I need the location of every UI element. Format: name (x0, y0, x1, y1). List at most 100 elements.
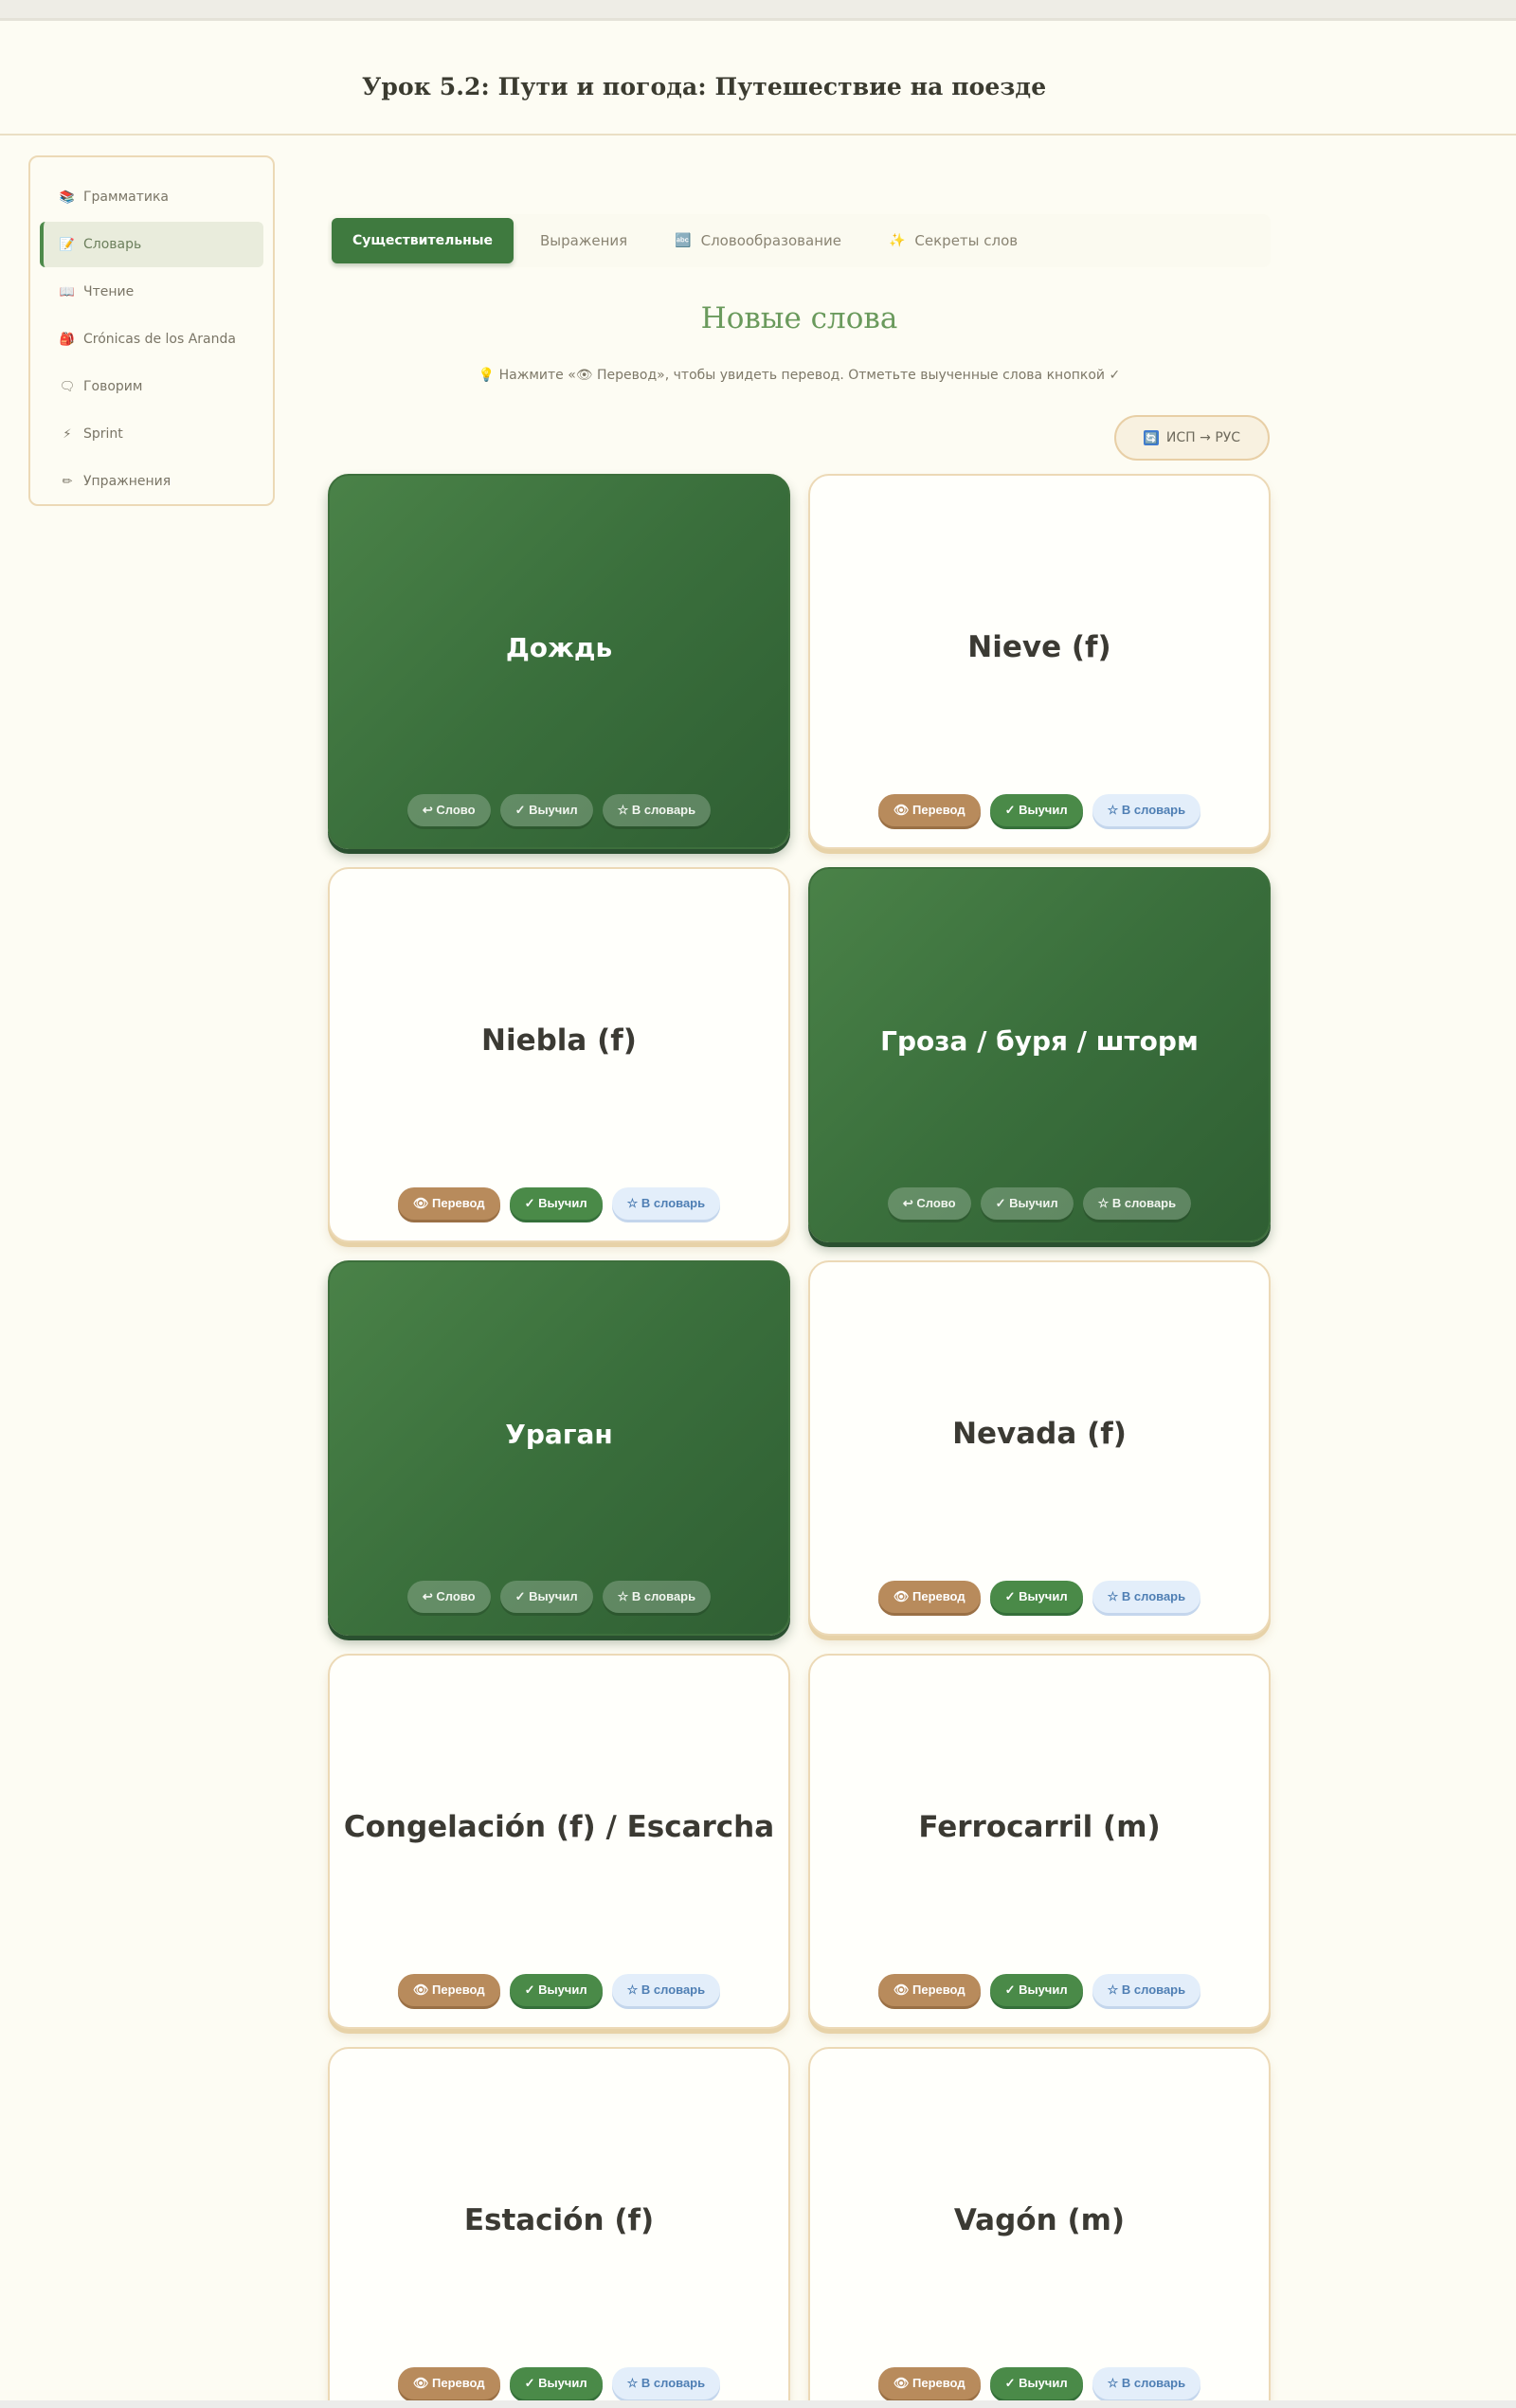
abc-icon: 🔤 (675, 233, 692, 248)
flashcard[interactable]: Vagón (m) 👁 Перевод ✓ Выучил ☆ В словарь (808, 2047, 1271, 2408)
flashcard-actions: 👁 Перевод ✓ Выучил ☆ В словарь (810, 1974, 1269, 2006)
language-direction-toggle[interactable]: 🔄 ИСП → РУС (1114, 415, 1270, 461)
tab-nouns[interactable]: Существительные (332, 218, 514, 263)
open-book-icon: 📖 (59, 284, 76, 299)
add-to-dictionary-button[interactable]: ☆ В словарь (602, 794, 712, 826)
add-to-dictionary-button[interactable]: ☆ В словарь (1092, 1581, 1201, 1613)
sidebar-item-exercises[interactable]: ✏ Упражнения (40, 459, 263, 504)
mark-learned-button[interactable]: ✓ Выучил (509, 1974, 603, 2006)
mark-learned-button[interactable]: ✓ Выучил (509, 2367, 603, 2399)
flashcard-actions: ↩ Слово ✓ Выучил ☆ В словарь (810, 1187, 1269, 1220)
flashcard-word: Гроза / буря / шторм (880, 1024, 1199, 1057)
sparkles-icon: ✨ (888, 233, 906, 248)
show-word-button[interactable]: ↩ Слово (406, 1581, 491, 1613)
show-translation-button[interactable]: 👁 Перевод (877, 794, 981, 826)
flashcard[interactable]: Estación (f) 👁 Перевод ✓ Выучил ☆ В словарь (328, 2047, 790, 2408)
flashcard[interactable]: Niebla (f) 👁 Перевод ✓ Выучил ☆ В словарь (328, 867, 790, 1242)
flashcard-actions: 👁 Перевод ✓ Выучил ☆ В словарь (330, 1974, 788, 2006)
flashcard[interactable]: Ferrocarril (m) 👁 Перевод ✓ Выучил ☆ В слов… (808, 1654, 1271, 2029)
mark-learned-button[interactable]: ✓ Выучил (989, 1581, 1083, 1613)
tab-label: Словообразование (700, 232, 841, 249)
sidebar-item-grammar[interactable]: 📚 Грамматика (40, 174, 263, 220)
flashcard-actions: 👁 Перевод ✓ Выучил ☆ В словарь (330, 1187, 788, 1220)
flashcard-word: Congelación (f) / Escarcha (343, 1810, 775, 1844)
show-translation-button[interactable]: 👁 Перевод (397, 1974, 500, 2006)
mark-learned-button[interactable]: ✓ Выучил (499, 1581, 593, 1613)
tab-label: Существительные (352, 233, 493, 248)
sidebar-item-chronicles[interactable]: 🎒 Crónicas de los Aranda (40, 317, 263, 362)
flashcard-actions: 👁 Перевод ✓ Выучил ☆ В словарь (810, 1581, 1269, 1613)
sidebar-item-label: Говорим (83, 379, 143, 394)
tab-word-formation[interactable]: 🔤 Словообразование (654, 218, 862, 263)
flashcard[interactable]: Nieve (f) 👁 Перевод ✓ Выучил ☆ В словарь (808, 474, 1271, 849)
pencil-icon: ✏ (62, 474, 73, 489)
flashcard[interactable]: Дождь ↩ Слово ✓ Выучил ☆ В словарь (328, 474, 790, 849)
flashcard-actions: 👁 Перевод ✓ Выучил ☆ В словарь (810, 2367, 1269, 2399)
mark-learned-button[interactable]: ✓ Выучил (980, 1187, 1074, 1220)
language-direction-label: ИСП → РУС (1165, 430, 1241, 445)
flashcard-word: Vagón (m) (953, 2203, 1126, 2237)
flashcard-word: Ураган (505, 1418, 613, 1450)
sidebar-item-vocabulary[interactable]: 📝 Словарь (40, 222, 263, 267)
lesson-title: Урок 5.2: Пути и погода: Путешествие на … (362, 73, 1047, 100)
sidebar-item-label: Crónicas de los Aranda (83, 332, 236, 347)
flashcard-word: Ferrocarril (m) (918, 1810, 1161, 1844)
show-word-button[interactable]: ↩ Слово (406, 794, 491, 826)
flashcard-grid: Дождь ↩ Слово ✓ Выучил ☆ В словарь Nieve (f)… (328, 474, 1271, 2408)
show-word-button[interactable]: ↩ Слово (887, 1187, 971, 1220)
sidebar-item-reading[interactable]: 📖 Чтение (40, 269, 263, 315)
flashcard-actions: 👁 Перевод ✓ Выучил ☆ В словарь (330, 2367, 788, 2399)
memo-icon: 📝 (59, 237, 76, 252)
add-to-dictionary-button[interactable]: ☆ В словарь (1092, 2367, 1201, 2399)
tab-word-secrets[interactable]: ✨ Секреты слов (868, 218, 1038, 263)
sidebar-item-label: Sprint (83, 426, 123, 442)
flashcard-actions: 👁 Перевод ✓ Выучил ☆ В словарь (810, 794, 1269, 826)
add-to-dictionary-button[interactable]: ☆ В словарь (1092, 794, 1201, 826)
flashcard-actions: ↩ Слово ✓ Выучил ☆ В словарь (330, 1581, 788, 1613)
flashcard[interactable]: Nevada (f) 👁 Перевод ✓ Выучил ☆ В словарь (808, 1260, 1271, 1636)
show-translation-button[interactable]: 👁 Перевод (397, 1187, 500, 1220)
flashcard-word: Estación (f) (463, 2203, 655, 2237)
sidebar-item-label: Грамматика (83, 190, 169, 205)
browser-top-bar (0, 0, 1516, 21)
show-translation-button[interactable]: 👁 Перевод (877, 2367, 981, 2399)
flashcard-actions: ↩ Слово ✓ Выучил ☆ В словарь (330, 794, 788, 826)
flashcard[interactable]: Гроза / буря / шторм ↩ Слово ✓ Выучил ☆ В с… (808, 867, 1271, 1242)
tab-expressions[interactable]: Выражения (519, 218, 648, 263)
speech-bubble-icon: 🗨 (59, 379, 76, 394)
swap-icon: 🔄 (1143, 430, 1159, 445)
mark-learned-button[interactable]: ✓ Выучил (989, 794, 1083, 826)
flashcard-word: Nieve (f) (967, 630, 1111, 664)
mark-learned-button[interactable]: ✓ Выучил (989, 1974, 1083, 2006)
flashcard-word: Nevada (f) (952, 1417, 1127, 1451)
show-translation-button[interactable]: 👁 Перевод (877, 1581, 981, 1613)
sidebar-item-speaking[interactable]: 🗨 Говорим (40, 364, 263, 409)
tab-label: Секреты слов (914, 232, 1019, 249)
tab-label: Выражения (540, 232, 628, 249)
backpack-icon: 🎒 (59, 332, 76, 347)
show-translation-button[interactable]: 👁 Перевод (397, 2367, 500, 2399)
flashcard[interactable]: Ураган ↩ Слово ✓ Выучил ☆ В словарь (328, 1260, 790, 1636)
show-translation-button[interactable]: 👁 Перевод (877, 1974, 981, 2006)
sidebar-item-sprint[interactable]: ⚡ Sprint (40, 411, 263, 457)
add-to-dictionary-button[interactable]: ☆ В словарь (611, 1187, 721, 1220)
lightning-icon: ⚡ (63, 426, 72, 442)
add-to-dictionary-button[interactable]: ☆ В словарь (611, 1974, 721, 2006)
flashcard-word: Дождь (505, 631, 613, 663)
sidebar-item-label: Чтение (83, 284, 135, 299)
books-icon: 📚 (59, 190, 76, 205)
sidebar: 📚 Грамматика 📝 Словарь 📖 Чтение 🎒 Crónic… (28, 155, 275, 506)
add-to-dictionary-button[interactable]: ☆ В словарь (1082, 1187, 1192, 1220)
hint-text: 💡 Нажмите «👁 Перевод», чтобы увидеть пер… (478, 368, 1121, 383)
mark-learned-button[interactable]: ✓ Выучил (499, 794, 593, 826)
add-to-dictionary-button[interactable]: ☆ В словарь (611, 2367, 721, 2399)
sidebar-item-label: Упражнения (83, 474, 171, 489)
add-to-dictionary-button[interactable]: ☆ В словарь (602, 1581, 712, 1613)
lesson-header: Урок 5.2: Пути и погода: Путешествие на … (0, 24, 1516, 136)
bottom-edge (0, 2400, 1516, 2408)
flashcard[interactable]: Congelación (f) / Escarcha 👁 Перевод ✓ Выу… (328, 1654, 790, 2029)
mark-learned-button[interactable]: ✓ Выучил (989, 2367, 1083, 2399)
mark-learned-button[interactable]: ✓ Выучил (509, 1187, 603, 1220)
add-to-dictionary-button[interactable]: ☆ В словарь (1092, 1974, 1201, 2006)
vocabulary-tabs: Существительные Выражения 🔤 Словообразов… (328, 214, 1271, 267)
